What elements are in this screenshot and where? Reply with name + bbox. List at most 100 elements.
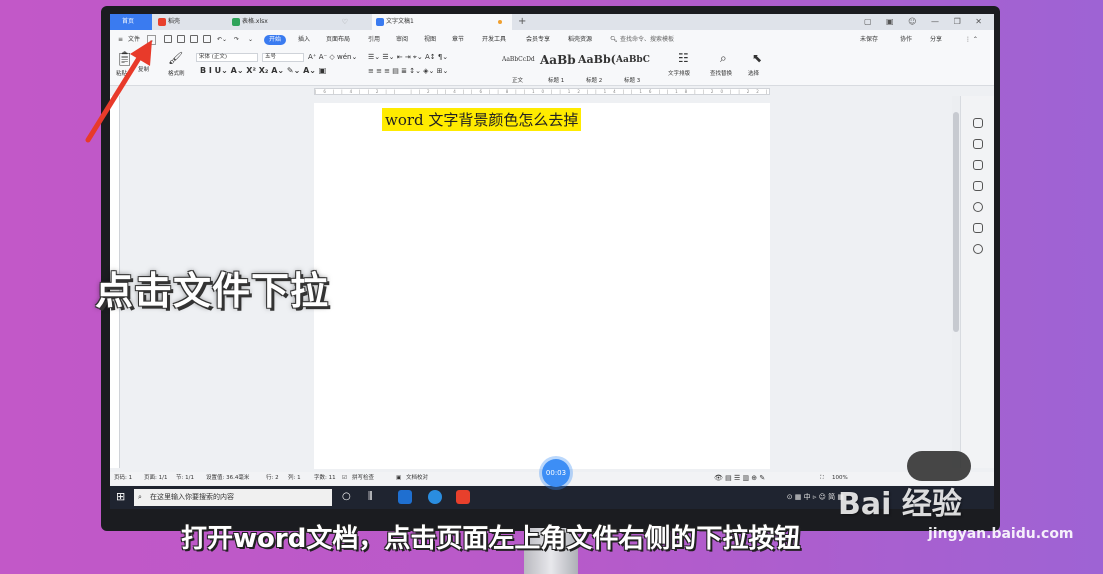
close-icon[interactable]: ♡ <box>342 14 348 30</box>
search-icon: ⌕ <box>138 493 142 501</box>
select-cursor-icon[interactable]: ⬉ <box>752 52 762 64</box>
status-setting: 设置值: 36.4毫米 <box>206 475 250 481</box>
share-button[interactable]: 分享 <box>930 35 942 45</box>
customize-chevron-icon[interactable]: ⌄ <box>248 35 253 45</box>
windows-start-icon[interactable]: ⊞ <box>116 490 130 504</box>
unsaved-dot-icon <box>498 20 502 24</box>
font-style-buttons[interactable]: B I U⌄ A⌄ X² X₂ A⌄ ✎⌄ A⌄ ▣ <box>200 67 326 75</box>
document-page[interactable]: word 文字背景颜色怎么去掉 <box>314 103 770 469</box>
baidu-watermark: Bai 经验 <box>838 487 962 522</box>
sogou-icon[interactable] <box>428 490 442 504</box>
redo-icon[interactable]: ↷ <box>234 35 239 45</box>
style-heading1-preview[interactable]: AaBb <box>540 53 576 73</box>
tab-chapter[interactable]: 章节 <box>452 35 464 45</box>
edge-browser-icon[interactable] <box>398 490 412 504</box>
format-painter-icon[interactable]: 🖌︎ <box>168 52 183 64</box>
status-section: 节: 1/1 <box>176 475 194 481</box>
system-tray[interactable]: ⊙ ▦ 中 ▹ ☺ 简 ▦ <box>787 486 844 509</box>
command-search[interactable]: 查找命令、搜索模板 <box>620 35 674 45</box>
right-tool-panel <box>960 96 994 468</box>
undo-icon[interactable]: ↶⌄ <box>217 35 227 45</box>
view-mode-buttons[interactable]: 👁︎ ▤ ☰ ▥ ⊕ ✎ <box>714 472 765 485</box>
font-size-select[interactable]: 五号 <box>262 53 304 62</box>
tab-document-label: 文字文稿1 <box>386 18 414 25</box>
spreadsheet-icon <box>232 18 240 26</box>
tab-daoke[interactable]: 稻壳 <box>154 14 226 30</box>
window-controls[interactable]: ▢ ▣ ☺ — ❐ ✕ <box>864 14 988 30</box>
tab-spreadsheet[interactable]: 表格.xlsx ♡ <box>228 14 356 30</box>
tab-daoke-label: 稻壳 <box>168 18 181 25</box>
ribbon: 📋︎ 粘贴 剪切 复制 🖌︎ 格式刷 宋体 (正文) 五号 A⁺ A⁻ ◇ wé… <box>110 50 994 86</box>
select-button[interactable]: 选择 <box>748 70 759 78</box>
format-painter-button[interactable]: 格式刷 <box>168 70 185 78</box>
text-layout-icon[interactable]: ☷ <box>678 52 689 64</box>
find-replace-button[interactable]: 查找替换 <box>710 70 732 78</box>
status-row: 行: 2 <box>266 475 279 481</box>
print-icon[interactable] <box>190 35 198 43</box>
baidu-paw-logo <box>907 451 971 481</box>
tray-ime-lang[interactable]: 中 <box>804 493 811 501</box>
horizontal-ruler[interactable]: |6||4||2|| ||2||4||6||8||10||12||14||16|… <box>110 86 994 96</box>
tab-spreadsheet-label: 表格.xlsx <box>242 18 268 25</box>
fit-icon[interactable]: ⛶ <box>820 472 824 485</box>
scrollbar-thumb[interactable] <box>953 112 959 332</box>
status-page-num: 页码: 1 <box>114 475 133 481</box>
document-text[interactable]: word 文字背景颜色怎么去掉 <box>382 108 582 131</box>
vertical-scrollbar[interactable] <box>952 96 960 468</box>
tab-review[interactable]: 审阅 <box>396 35 408 45</box>
menu-bar: ≡ 文件 ⌄ ↶⌄ ↷ ⌄ 开始 插入 页面布局 引用 审阅 视图 章节 开发工… <box>110 30 994 50</box>
find-replace-icon[interactable]: ⌕ <box>720 52 727 64</box>
style-heading1-label: 标题 1 <box>548 78 565 84</box>
task-view-icon[interactable]: ○ <box>342 490 356 504</box>
tab-daoke-resources[interactable]: 稻壳资源 <box>568 35 592 45</box>
location-icon[interactable] <box>973 244 983 254</box>
style-heading2-preview[interactable]: AaBb( <box>578 53 616 73</box>
tab-bar: 首页 稻壳 表格.xlsx ♡ 文字文稿1 + ▢ ▣ ☺ — ❐ ✕ <box>110 14 994 30</box>
tab-member[interactable]: 会员专享 <box>526 35 550 45</box>
font-grow-shrink-icons[interactable]: A⁺ A⁻ ◇ wén⌄ <box>308 53 357 61</box>
taskbar-search-input[interactable]: ⌕ 在这里输入你要搜索的内容 <box>134 489 332 506</box>
style-heading2-label: 标题 2 <box>586 78 603 84</box>
print-preview-icon[interactable] <box>203 35 211 43</box>
backup-icon[interactable] <box>973 223 983 233</box>
step-caption: 点击文件下拉 <box>95 269 330 313</box>
tray-ime-mode[interactable]: 简 <box>828 493 835 501</box>
tab-page-layout[interactable]: 页面布局 <box>326 35 350 45</box>
unsaved-button[interactable]: 未保存 <box>860 35 878 45</box>
tab-view[interactable]: 视图 <box>424 35 436 45</box>
spell-check-toggle[interactable]: 拼写检查 <box>352 472 374 485</box>
tab-developer[interactable]: 开发工具 <box>482 35 506 45</box>
recording-timer: 00:03 <box>542 459 570 487</box>
style-heading3-label: 标题 3 <box>624 78 641 84</box>
style-normal-preview[interactable]: AaBbCcDd <box>502 53 535 73</box>
new-tab-button[interactable]: + <box>518 14 526 30</box>
widgets-icon[interactable]: ⫼ <box>368 490 382 504</box>
help-icon[interactable] <box>973 202 983 212</box>
tab-insert[interactable]: 插入 <box>298 35 310 45</box>
text-layout-button[interactable]: 文字排版 <box>668 70 690 78</box>
tab-start[interactable]: 开始 <box>264 35 287 45</box>
pointer-arrow-icon <box>85 40 152 143</box>
alignment-buttons[interactable]: ≡ ≡ ≡ ▤ ≣ ↕⌄ ◈⌄ ⊞⌄ <box>368 67 448 75</box>
wps-office-icon[interactable] <box>456 490 470 504</box>
pen-icon[interactable] <box>973 139 983 149</box>
checkbox-icon[interactable]: ☑ <box>342 472 347 485</box>
style-panel-icon[interactable] <box>973 118 983 128</box>
collab-button[interactable]: 协作 <box>900 35 912 45</box>
list-indent-buttons[interactable]: ☰⌄ ☰⌄ ⇤ ⇥ ⌖⌄ A↕ ¶⌄ <box>368 53 448 61</box>
more-icon[interactable]: ⋮ ⌃ <box>965 35 978 45</box>
tab-home[interactable]: 首页 <box>110 14 152 30</box>
tab-document[interactable]: 文字文稿1 <box>372 14 512 30</box>
settings-sliders-icon[interactable] <box>973 181 983 191</box>
search-icon: 🔍︎ <box>610 36 618 43</box>
export-pdf-icon[interactable] <box>177 35 185 43</box>
style-heading3-preview[interactable]: AaBbC <box>616 53 650 73</box>
daoke-icon <box>158 18 166 26</box>
cursor-icon[interactable] <box>973 160 983 170</box>
tab-references[interactable]: 引用 <box>368 35 380 45</box>
doc-proof-button[interactable]: 文档校对 <box>406 472 428 485</box>
status-word-count: 字数: 11 <box>314 475 336 481</box>
proof-icon[interactable]: ▣ <box>396 472 401 485</box>
video-subtitle: 打开word文档，点击页面左上角文件右侧的下拉按钮 <box>181 524 801 554</box>
font-name-select[interactable]: 宋体 (正文) <box>196 53 258 62</box>
